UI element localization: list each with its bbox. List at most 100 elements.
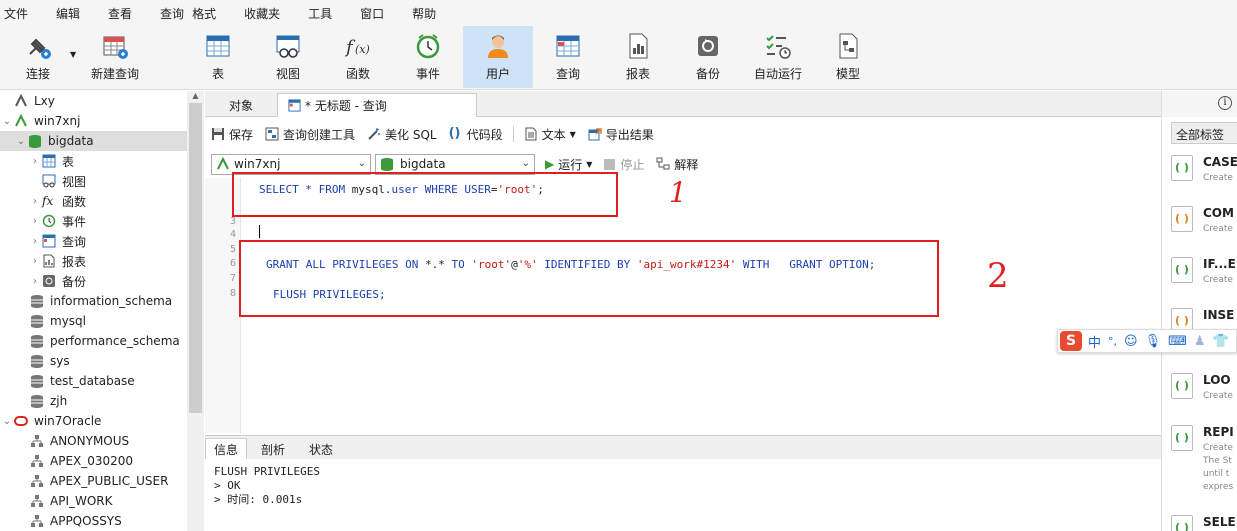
sogou-logo-icon[interactable]: S — [1060, 331, 1082, 351]
ime-mode-chinese[interactable]: 中 — [1088, 332, 1101, 351]
info-icon[interactable]: i — [1218, 96, 1232, 110]
database-icon — [381, 158, 393, 171]
oracle-connection-icon — [14, 416, 28, 426]
emoji-icon[interactable]: ☺ — [1124, 334, 1138, 349]
ribbon-view-button[interactable]: 视图 — [253, 26, 323, 88]
snippet-filter-select[interactable]: 全部标签 — [1171, 122, 1237, 144]
tree-reports[interactable]: › 报表 — [28, 251, 86, 271]
tree-db-mysql[interactable]: mysql — [28, 311, 86, 331]
menu-help[interactable]: 帮助 — [392, 5, 444, 22]
autorun-icon — [766, 35, 791, 59]
ribbon-report-button[interactable]: 报表 — [603, 26, 673, 88]
menu-tools[interactable]: 工具 — [288, 5, 340, 22]
tree-queries[interactable]: › 查询 — [28, 231, 86, 251]
chevron-down-icon: ⌄ — [357, 157, 366, 169]
snippet-case[interactable]: ( ) CASE Create — [1171, 155, 1237, 195]
user-icon — [488, 35, 508, 58]
tree-connection-win7oracle[interactable]: ⌄ win7Oracle — [0, 411, 102, 431]
menu-view[interactable]: 查看 — [88, 5, 140, 22]
menu-format[interactable]: 格式 — [192, 5, 224, 22]
tab-status[interactable]: 状态 — [301, 438, 341, 460]
ribbon-toolbar: 连接 ▼ 新建查询 表 视图 f (x) 函数 事件 用户 查询 报表 备份 自动… — [0, 26, 1237, 90]
tree-db-test-database[interactable]: test_database — [28, 371, 135, 391]
tree-scrollbar[interactable]: ▲ — [187, 91, 204, 531]
connect-dropdown-icon[interactable]: ▼ — [70, 50, 76, 59]
text-button[interactable]: 文本 ▼ — [524, 126, 576, 143]
message-output: FLUSH PRIVILEGES > OK > 时间: 0.001s — [205, 459, 1161, 531]
tree-schema-anonymous[interactable]: ANONYMOUS — [28, 431, 129, 451]
tree-db-sys[interactable]: sys — [28, 351, 70, 371]
stop-icon — [604, 158, 616, 170]
menu-edit[interactable]: 编辑 — [36, 5, 88, 22]
menu-query[interactable]: 查询 — [140, 5, 192, 22]
tab-untitled-query[interactable]: * 无标题 - 查询 — [277, 93, 477, 117]
tab-profile[interactable]: 剖析 — [253, 438, 293, 460]
ribbon-user-button[interactable]: 用户 — [463, 26, 533, 88]
save-button[interactable]: 保存 — [211, 126, 253, 143]
snippet-if-else[interactable]: ( ) IF...E Create — [1171, 257, 1237, 297]
new-query-icon — [103, 36, 128, 59]
tab-info[interactable]: 信息 — [205, 438, 248, 460]
mysql-connection-icon — [217, 157, 229, 170]
tree-tables[interactable]: › 表 — [28, 151, 74, 171]
user-center-icon[interactable]: ♟ — [1194, 334, 1206, 349]
microphone-icon[interactable]: 🎙 — [1145, 334, 1162, 349]
tree-db-performance-schema[interactable]: performance_schema — [28, 331, 180, 351]
tree-events[interactable]: › 事件 — [28, 211, 86, 231]
run-button[interactable]: ▶ 运行 ▼ — [545, 156, 592, 173]
tree-db-zjh[interactable]: zjh — [28, 391, 67, 411]
ribbon-function-button[interactable]: f (x) 函数 — [323, 26, 393, 88]
snippet-icon: ( ) — [1171, 257, 1193, 283]
menu-bar: 文件 编辑 查看 查询 格式 收藏夹 工具 窗口 帮助 — [0, 0, 1237, 26]
database-icon — [31, 355, 43, 368]
keyboard-icon[interactable]: ⌨ — [1168, 334, 1187, 349]
tree-schema-api-work[interactable]: API_WORK — [28, 491, 113, 511]
schema-icon — [31, 515, 43, 527]
sql-editor[interactable]: 3 4 5 6 7 8 SELECT * FROM mysql.user WHE… — [205, 172, 1161, 433]
export-results-button[interactable]: 导出结果 — [588, 126, 654, 143]
tree-views[interactable]: 视图 — [28, 171, 86, 191]
new-query-button[interactable]: 新建查询 — [80, 26, 150, 88]
menu-window[interactable]: 窗口 — [340, 5, 392, 22]
tab-objects[interactable]: 对象 — [219, 93, 263, 117]
menu-file[interactable]: 文件 — [0, 5, 36, 22]
tree-schema-apex-public-user[interactable]: APEX_PUBLIC_USER — [28, 471, 168, 491]
snippet-repeat[interactable]: ( ) REPI Create The St until t expres — [1171, 425, 1237, 505]
tree-functions[interactable]: › fx 函数 — [28, 191, 86, 211]
menu-favorites[interactable]: 收藏夹 — [224, 5, 288, 22]
snippet-icon: ( ) — [1171, 155, 1193, 181]
tree-schema-appqossys[interactable]: APPQOSSYS — [28, 511, 122, 531]
ribbon-backup-button[interactable]: 备份 — [673, 26, 743, 88]
chevron-down-icon: ⌄ — [521, 157, 530, 169]
scrollbar-thumb[interactable] — [189, 103, 202, 413]
tree-connection-lxy[interactable]: Lxy — [0, 91, 55, 111]
beautify-sql-button[interactable]: 美化 SQL — [367, 126, 437, 143]
tree-connection-win7xnj[interactable]: ⌄ win7xnj — [0, 111, 80, 131]
schema-icon — [31, 475, 43, 487]
ribbon-query-button[interactable]: 查询 — [533, 26, 603, 88]
connect-button[interactable]: 连接 — [4, 26, 72, 88]
query-toolbar: 保存 查询创建工具 美化 SQL () 代码段 文本 ▼ 导出结果 — [205, 118, 1161, 150]
code-snippet-button[interactable]: () 代码段 — [449, 126, 503, 143]
skin-icon[interactable]: 👕 — [1213, 334, 1229, 349]
query-builder-button[interactable]: 查询创建工具 — [265, 126, 355, 143]
ribbon-model-button[interactable]: 模型 — [813, 26, 883, 88]
tree-db-bigdata[interactable]: ⌄ bigdata — [0, 131, 187, 151]
ribbon-autorun-button[interactable]: 自动运行 — [743, 26, 813, 88]
snippet-select[interactable]: ( ) SELE — [1171, 515, 1237, 531]
scroll-up-icon[interactable]: ▲ — [187, 91, 204, 103]
clock-icon — [42, 214, 56, 228]
tree-schema-apex-030200[interactable]: APEX_030200 — [28, 451, 133, 471]
line-number: 4 — [229, 229, 236, 240]
tree-db-information-schema[interactable]: information_schema — [28, 291, 172, 311]
tree-backups[interactable]: › 备份 — [28, 271, 86, 291]
ime-punctuation[interactable]: °, — [1108, 335, 1117, 348]
explain-button[interactable]: 解释 — [656, 156, 698, 173]
stop-button[interactable]: 停止 — [604, 156, 644, 173]
snippet-loop[interactable]: ( ) LOO Create — [1171, 373, 1237, 413]
snippet-icon: ( ) — [1171, 515, 1193, 531]
snippet-comment[interactable]: ( ) COM Create — [1171, 206, 1237, 246]
ribbon-event-button[interactable]: 事件 — [393, 26, 463, 88]
ribbon-table-button[interactable]: 表 — [183, 26, 253, 88]
magic-wand-icon — [368, 128, 381, 140]
